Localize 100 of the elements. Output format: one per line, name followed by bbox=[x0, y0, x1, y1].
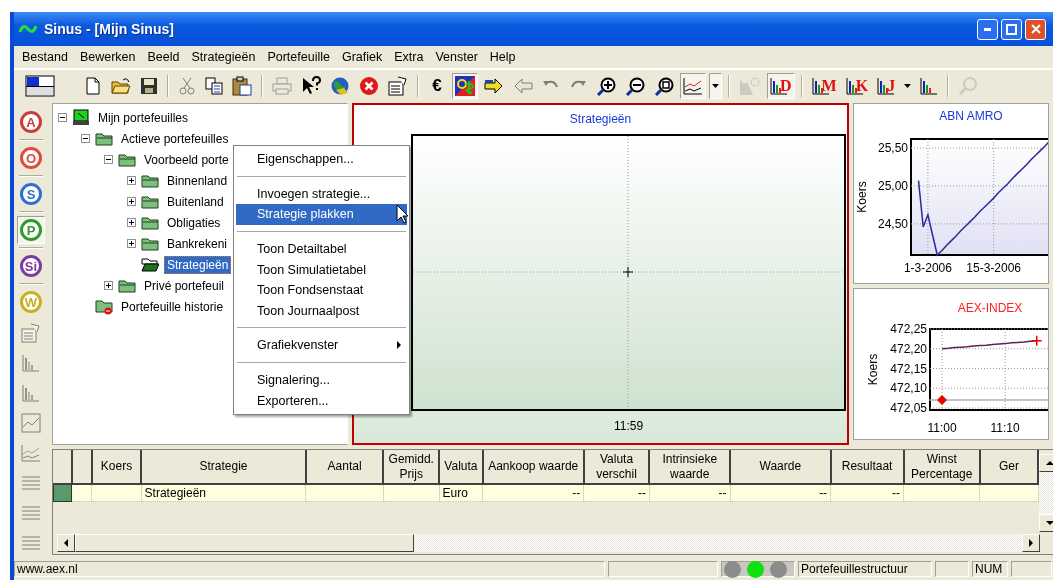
menu-item[interactable]: Venster bbox=[429, 48, 484, 66]
column-header[interactable]: Strategie bbox=[141, 450, 306, 484]
menu-item[interactable]: Bewerken bbox=[73, 48, 142, 66]
column-header[interactable]: Ger bbox=[979, 450, 1038, 484]
table-cell: -- bbox=[637, 486, 646, 500]
tree-item[interactable]: Actieve portefeuilles bbox=[118, 129, 232, 148]
line-chart-button[interactable] bbox=[680, 73, 706, 99]
column-header[interactable]: Koers bbox=[91, 450, 142, 484]
tree-item[interactable]: Obligaties bbox=[164, 213, 224, 232]
column-header[interactable]: Winst Percentage bbox=[903, 450, 980, 484]
context-menu-item[interactable]: Invoegen strategie... bbox=[236, 183, 407, 205]
arrow-left-icon bbox=[513, 77, 533, 95]
tree-item[interactable]: Binnenland bbox=[164, 171, 231, 190]
menu-item[interactable]: Strategieën bbox=[185, 48, 262, 66]
dropdown-caret-icon bbox=[712, 84, 719, 88]
context-menu-item[interactable]: Grafiekvenster bbox=[236, 335, 407, 356]
axis-tick-label: 15-3-2006 bbox=[966, 261, 1021, 275]
axis-tick-label: 472,05 bbox=[890, 401, 927, 415]
folder-icon bbox=[141, 173, 159, 188]
line-chart-icon bbox=[21, 443, 41, 462]
paste-button[interactable] bbox=[229, 73, 255, 99]
column-header[interactable]: Waarde bbox=[730, 450, 831, 484]
chart-title: AEX-INDEX bbox=[957, 301, 1023, 315]
menu-item[interactable]: Grafiek bbox=[335, 48, 389, 66]
bar-chart-icon bbox=[22, 353, 40, 372]
search-icon bbox=[958, 76, 979, 96]
minimize-button[interactable] bbox=[977, 18, 998, 40]
chart-button[interactable]: D bbox=[767, 73, 795, 99]
column-header[interactable]: Valuta verschil bbox=[583, 450, 650, 484]
bar-chart-icon bbox=[22, 383, 40, 402]
status-pane bbox=[1011, 561, 1052, 577]
folder-icon bbox=[118, 278, 136, 293]
axis-tick-label: 11:10 bbox=[990, 421, 1020, 435]
scroll-right-icon bbox=[1029, 539, 1033, 547]
arrow-right-icon bbox=[484, 77, 504, 95]
tree-item[interactable]: Voorbeeld porte bbox=[141, 150, 232, 169]
context-menu-item[interactable]: Signalering... bbox=[236, 369, 407, 391]
scroll-down-icon bbox=[1046, 521, 1053, 525]
menu-item[interactable]: Portefeuille bbox=[261, 48, 336, 66]
axis-tick-label: 25,50 bbox=[877, 141, 908, 156]
close-button[interactable] bbox=[1025, 18, 1046, 40]
context-menu-item[interactable]: Exporteren... bbox=[236, 390, 407, 411]
column-header[interactable]: Resultaat bbox=[830, 450, 904, 484]
axis-tick-label: 472,10 bbox=[890, 381, 927, 396]
maximize-button[interactable] bbox=[1001, 18, 1022, 40]
chart-button[interactable]: J bbox=[874, 73, 899, 99]
scroll-up-icon bbox=[1046, 461, 1053, 465]
chart-button[interactable]: M bbox=[808, 73, 840, 99]
status-text: www.aex.nl bbox=[17, 562, 78, 576]
dropdown-caret-icon bbox=[904, 84, 912, 88]
tree-item[interactable]: Buitenland bbox=[164, 192, 227, 211]
new-document-icon bbox=[85, 77, 101, 95]
tree-item[interactable]: Privé portefeuil bbox=[141, 276, 228, 295]
help-pointer-icon bbox=[301, 76, 321, 96]
dropdown-button[interactable] bbox=[709, 73, 722, 99]
folder-icon bbox=[141, 215, 159, 230]
history-folder-icon bbox=[95, 298, 113, 315]
currency-icon bbox=[455, 76, 475, 96]
menu-item[interactable]: Extra bbox=[388, 48, 430, 66]
context-menu-item[interactable]: Toon Simulatietabel bbox=[236, 259, 407, 280]
table-cell: -- bbox=[572, 486, 581, 500]
bar-chart-icon bbox=[877, 77, 896, 95]
status-text: NUM bbox=[975, 562, 1003, 576]
axis-title: Koers bbox=[855, 181, 869, 213]
layout-button[interactable] bbox=[22, 73, 58, 99]
context-menu-item[interactable]: Toon Detailtabel bbox=[236, 238, 407, 260]
context-menu-item[interactable]: Toon Fondsenstaat bbox=[236, 279, 407, 301]
menu-item[interactable]: Beeld bbox=[141, 48, 186, 66]
properties-icon bbox=[388, 76, 408, 96]
folder-icon bbox=[141, 194, 159, 209]
axis-tick-label: 472,15 bbox=[890, 361, 927, 376]
chart-button[interactable]: K bbox=[842, 73, 872, 99]
context-menu-item[interactable]: Toon Journaalpost bbox=[236, 300, 407, 322]
status-pane bbox=[935, 561, 969, 577]
column-header[interactable]: Aantal bbox=[305, 450, 384, 484]
table-cell: Strategieën bbox=[144, 486, 206, 500]
context-menu-item[interactable]: Strategie plakken bbox=[236, 204, 407, 225]
column-header[interactable]: Aankoop waarde bbox=[482, 450, 584, 484]
menu-item[interactable]: Help bbox=[483, 48, 522, 66]
context-menu-item[interactable]: Eigenschappen... bbox=[236, 149, 407, 170]
euro-button[interactable]: € bbox=[425, 73, 449, 99]
tree-item[interactable]: Bankrekeni bbox=[164, 234, 231, 253]
column-header[interactable]: Gemidd. Prijs bbox=[383, 450, 440, 484]
chart-title: Strategieën bbox=[568, 112, 633, 128]
column-header[interactable]: Intrinsieke waarde bbox=[649, 450, 731, 484]
axis-tick-label: 25,00 bbox=[877, 179, 908, 193]
menu-item[interactable]: Bestand bbox=[16, 48, 74, 66]
window-title: Sinus - [Mijn Sinus] bbox=[44, 21, 174, 37]
printer-icon bbox=[272, 77, 292, 95]
horizontal-scrollbar[interactable] bbox=[57, 534, 1040, 552]
zoom-out-icon bbox=[625, 76, 645, 96]
table-icon bbox=[21, 475, 41, 490]
bar-chart-icon bbox=[920, 77, 939, 95]
axis-tick-label: 472,25 bbox=[890, 322, 927, 336]
chart-title: ABN AMRO bbox=[939, 109, 1003, 123]
tree-item[interactable]: Mijn portefeuilles bbox=[95, 108, 192, 127]
currency-button[interactable] bbox=[452, 73, 478, 99]
tree-item[interactable]: Portefeuille historie bbox=[118, 297, 227, 316]
tree-item[interactable]: Strategieën bbox=[164, 255, 232, 274]
column-header[interactable]: Valuta bbox=[439, 450, 483, 484]
